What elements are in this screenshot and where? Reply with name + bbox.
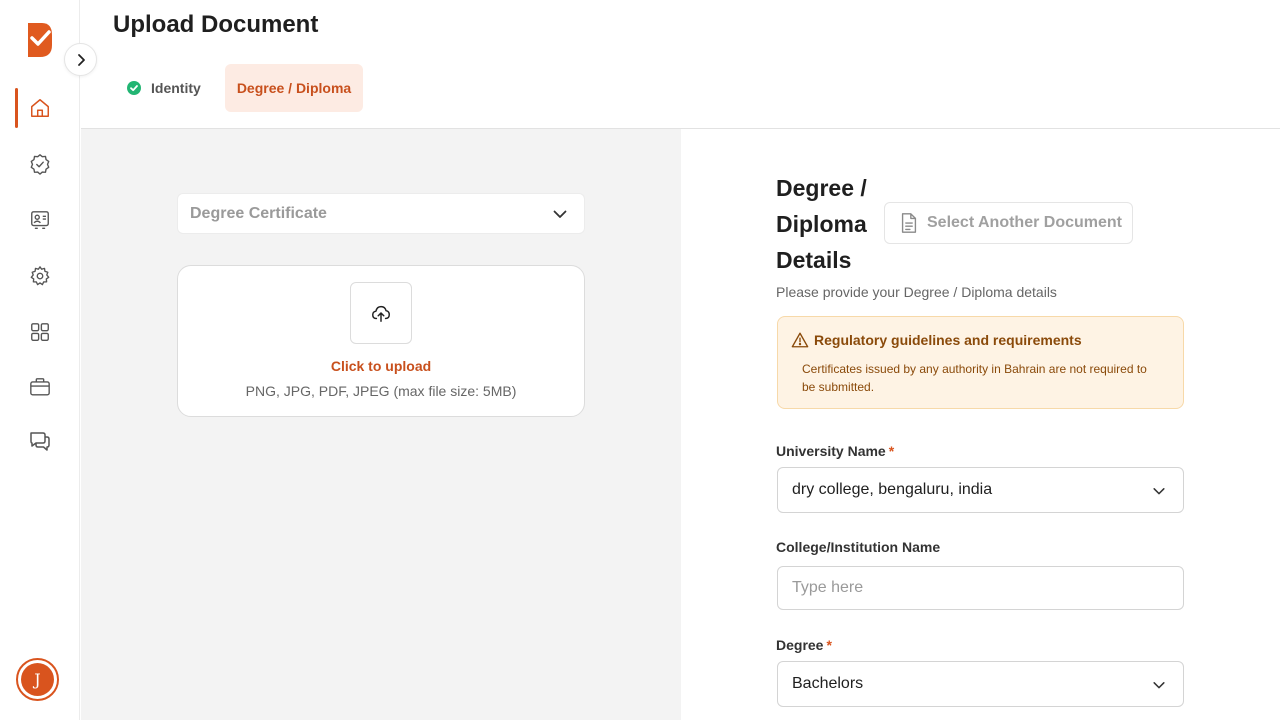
id-card-icon xyxy=(31,211,49,229)
nav-home[interactable] xyxy=(27,95,53,121)
degree-value: Bachelors xyxy=(792,675,864,692)
university-name-select[interactable]: dry college, bengaluru, india xyxy=(777,467,1184,513)
degree-label: Degree * xyxy=(776,637,832,653)
nav-messages[interactable] xyxy=(27,428,53,454)
upload-format-hint: PNG, JPG, PDF, JPEG (max file size: 5MB) xyxy=(245,383,517,399)
tab-identity-label: Identity xyxy=(151,80,201,96)
select-another-document-button[interactable]: Select Another Document xyxy=(884,202,1133,244)
tab-degree-diploma[interactable]: Degree / Diploma xyxy=(225,64,363,112)
notice-title: Regulatory guidelines and requirements xyxy=(814,332,1082,348)
tab-identity[interactable]: Identity xyxy=(115,64,213,112)
college-name-input[interactable] xyxy=(792,579,1169,597)
check-circle-icon xyxy=(127,81,141,95)
nav-active-indicator xyxy=(15,88,18,128)
avatar: J xyxy=(21,663,54,696)
select-another-document-label: Select Another Document xyxy=(927,214,1122,231)
page-header: Upload Document Identity Degree / Diplom… xyxy=(81,0,1280,129)
nav-jobs[interactable] xyxy=(27,374,53,400)
document-type-select[interactable]: Degree Certificate xyxy=(177,193,585,234)
college-name-field[interactable] xyxy=(777,566,1184,610)
click-to-upload-link[interactable]: Click to upload xyxy=(178,358,584,374)
chat-icon xyxy=(30,432,50,451)
page-title: Upload Document xyxy=(113,11,319,38)
nav-verifications[interactable] xyxy=(27,151,53,177)
verified-badge-icon xyxy=(30,154,50,175)
warning-icon xyxy=(791,332,809,348)
details-title: Degree / Diploma Details xyxy=(776,175,867,273)
cloud-upload-icon xyxy=(372,305,390,322)
tab-degree-diploma-label: Degree / Diploma xyxy=(236,80,352,96)
document-preview-panel: Degree Certificate Click to upload PNG, … xyxy=(81,129,681,720)
university-name-value: dry college, bengaluru, india xyxy=(792,481,993,498)
sidebar: J xyxy=(0,0,80,720)
document-icon xyxy=(901,213,917,233)
regulatory-notice: Regulatory guidelines and requirements C… xyxy=(777,316,1184,409)
sidebar-toggle-button[interactable] xyxy=(64,43,97,76)
chevron-right-icon xyxy=(77,53,85,66)
chevron-down-icon xyxy=(553,210,567,218)
details-subtitle: Please provide your Degree / Diploma det… xyxy=(776,284,1057,300)
user-avatar-button[interactable]: J xyxy=(16,658,59,701)
file-upload-dropzone[interactable]: Click to upload PNG, JPG, PDF, JPEG (max… xyxy=(177,265,585,417)
briefcase-icon xyxy=(30,378,50,396)
app-logo xyxy=(28,23,52,57)
nav-apps[interactable] xyxy=(27,319,53,345)
nav-settings[interactable] xyxy=(27,263,53,289)
chevron-down-icon xyxy=(1153,682,1165,689)
chevron-down-icon xyxy=(1153,488,1165,495)
university-name-label: University Name * xyxy=(776,443,895,459)
nav-id-cards[interactable] xyxy=(27,207,53,233)
notice-body: Certificates issued by any authority in … xyxy=(802,362,1147,394)
degree-select[interactable]: Bachelors xyxy=(777,661,1184,707)
grid-icon xyxy=(31,323,49,341)
upload-icon-container xyxy=(350,282,412,344)
home-icon xyxy=(31,99,49,117)
gear-icon xyxy=(30,266,50,286)
college-name-label: College/Institution Name xyxy=(776,539,941,555)
document-type-value: Degree Certificate xyxy=(190,204,327,222)
